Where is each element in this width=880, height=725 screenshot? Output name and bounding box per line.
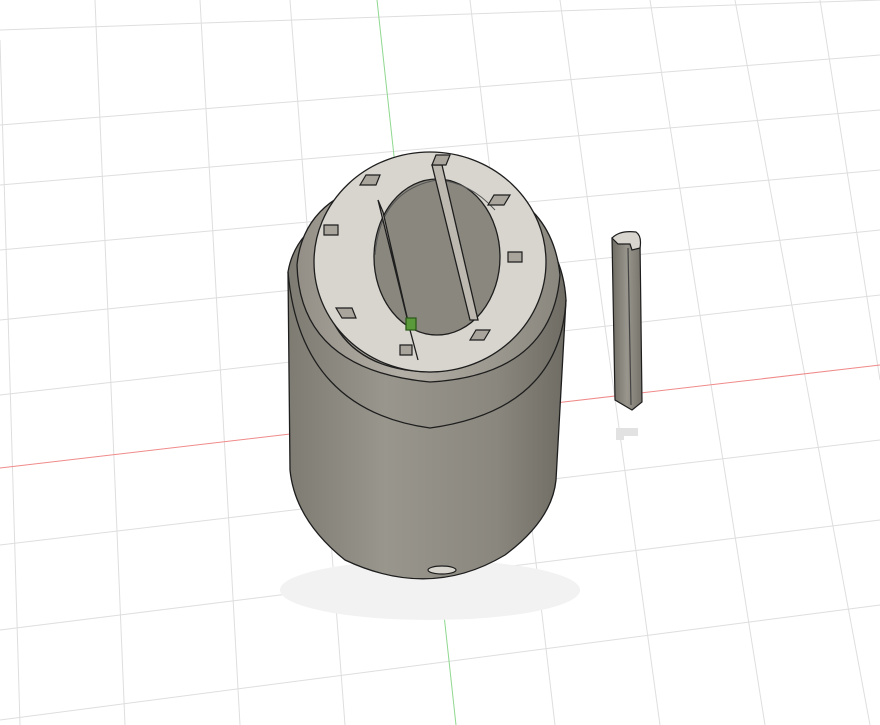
rail-part[interactable] (612, 232, 642, 410)
cylinder-body[interactable] (288, 152, 566, 579)
cad-viewport[interactable] (0, 0, 880, 725)
selected-face[interactable] (406, 318, 416, 330)
bottom-hole (428, 566, 456, 574)
canvas-3d[interactable] (0, 0, 880, 725)
